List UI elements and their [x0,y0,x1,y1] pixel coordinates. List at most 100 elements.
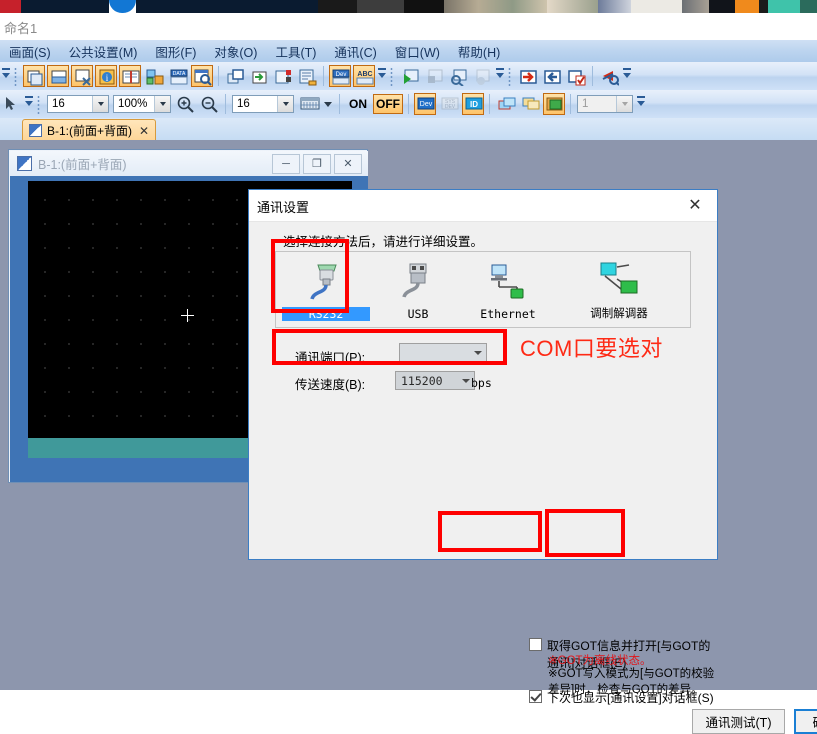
strip-seg [444,0,547,13]
annotation-text-com-port: COM口要选对 [520,336,663,361]
svg-text:DEV: DEV [445,104,456,110]
toolbar-grip[interactable] [13,66,20,86]
chevron-down-icon [474,349,482,357]
screen-editor-title-bar[interactable]: B-1:(前面+背面) ─ ❐ ✕ [10,151,368,176]
checkbox-box[interactable] [529,690,542,703]
toolbar-grip[interactable] [507,66,514,86]
object-id-icon[interactable]: ID [462,93,484,115]
tab-b1-front-back[interactable]: B-1:(前面+背面) ✕ [22,119,157,141]
strip-seg [0,0,21,13]
layer-number-value: 1 [582,98,589,110]
close-screen-icon[interactable] [71,65,93,87]
baud-select[interactable]: 115200 [395,371,475,390]
toolbar-overflow-1-icon[interactable] [376,65,387,87]
library-icon[interactable] [119,65,141,87]
device-comment-icon[interactable]: Dev [329,65,351,87]
zoom-combo[interactable]: 100% [113,95,171,113]
toolbar-grip[interactable] [389,66,396,86]
layer-all-icon[interactable] [543,93,565,115]
chevron-down-icon [462,377,470,385]
device-label-icon[interactable]: Dev [414,93,436,115]
font-size-combo[interactable]: 16 [47,95,109,113]
abc-comment-icon[interactable]: ABC [353,65,375,87]
write-to-got-icon[interactable] [517,65,539,87]
menu-bar: 画面(S) 公共设置(M) 图形(F) 对象(O) 工具(T) 通讯(C) 窗口… [0,40,817,63]
port-select[interactable] [399,343,487,362]
toolbar-overflow-4-icon[interactable] [635,93,646,115]
bring-front-icon[interactable] [224,65,246,87]
on-state-button[interactable]: ON [345,94,371,114]
zoom-in-icon[interactable] [174,93,196,115]
layer-front-icon[interactable] [495,93,517,115]
chevron-down-icon[interactable] [92,96,108,112]
toolbar-separator [225,94,226,114]
grid-dropdown-icon[interactable] [321,93,334,115]
strip-seg [734,0,760,13]
comm-settings-icon[interactable] [598,65,620,87]
pointer-tool-icon[interactable] [0,93,22,115]
checkbox-box[interactable] [529,638,542,651]
menu-tools[interactable]: 工具(T) [266,40,325,63]
parts-icon[interactable] [143,65,165,87]
layer-back-icon[interactable] [519,93,541,115]
verify-got-icon[interactable] [565,65,587,87]
import-icon[interactable] [248,65,270,87]
toolbar-separator [592,66,593,86]
open-screen-icon[interactable] [47,65,69,87]
simulate-stop-icon[interactable] [423,65,445,87]
new-screen-icon[interactable] [23,65,45,87]
toolbar-overflow-left2-icon[interactable] [23,93,34,115]
preview-icon[interactable] [191,65,213,87]
read-from-got-icon[interactable] [541,65,563,87]
project-info-icon[interactable]: i [95,65,117,87]
strip-seg [708,0,735,13]
strip-seg [759,0,769,13]
simulate-settings-icon[interactable] [447,65,469,87]
ok-button[interactable]: 确定(O) [794,709,817,734]
checkbox-show-next-time[interactable]: 下次也显示[通讯设置]对话框(S) [529,689,714,706]
data-view-icon[interactable]: DATA [167,65,189,87]
toolbar-grip[interactable] [36,94,43,114]
tab-close-icon[interactable]: ✕ [139,124,149,138]
document-title-bar: 命名1 [0,13,817,40]
toolbar-overflow-3-icon[interactable] [621,65,632,87]
menu-object[interactable]: 对象(O) [205,40,266,63]
dialog-close-icon[interactable]: ✕ [673,190,717,220]
chevron-down-icon[interactable] [154,96,170,112]
zoom-out-icon[interactable] [198,93,220,115]
layer-number-combo[interactable]: 1 [577,95,633,113]
method-rs232[interactable]: RS232 [282,257,370,323]
menu-common[interactable]: 公共设置(M) [60,40,147,63]
menu-comm[interactable]: 通讯(C) [325,40,385,63]
method-modem[interactable]: 调制解调器 [564,257,674,323]
method-ethernet[interactable]: Ethernet [464,257,552,323]
toolbar-overflow-left-icon[interactable] [0,65,11,87]
menu-figure[interactable]: 图形(F) [146,40,205,63]
grid-size-value: 16 [237,98,250,110]
restore-button[interactable]: ❐ [303,153,331,174]
off-state-button[interactable]: OFF [373,94,403,114]
top-screen-fragment [0,0,817,13]
strip-seg [682,0,709,13]
script-icon[interactable] [296,65,318,87]
close-button[interactable]: ✕ [334,153,362,174]
minimize-button[interactable]: ─ [272,153,300,174]
method-usb[interactable]: USB [374,257,462,323]
svg-text:Dev: Dev [420,101,433,108]
dialog-title-bar: 通讯设置 ✕ [249,190,717,222]
grid-icon[interactable] [297,93,320,115]
toolbar-overflow-2-icon[interactable] [494,65,505,87]
svg-text:ID: ID [470,100,478,109]
sys-device-label-icon[interactable]: SYS DEV [438,93,460,115]
comm-test-button[interactable]: 通讯测试(T) [692,709,785,734]
alarm-icon[interactable] [272,65,294,87]
chevron-down-icon[interactable] [277,96,293,112]
chevron-down-icon[interactable] [616,96,632,112]
menu-help[interactable]: 帮助(H) [449,40,509,63]
menu-window[interactable]: 窗口(W) [386,40,449,63]
grid-size-combo[interactable]: 16 [232,95,294,113]
menu-screen[interactable]: 画面(S) [0,40,60,63]
strip-seg [135,0,318,13]
simulate-start-icon[interactable] [399,65,421,87]
simulate-info-icon[interactable] [471,65,493,87]
